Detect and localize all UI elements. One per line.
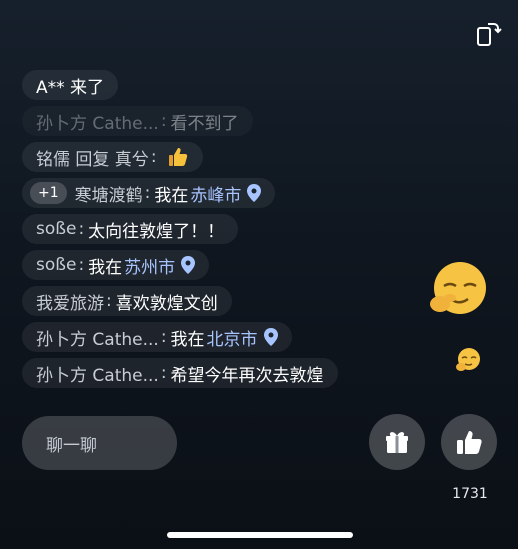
location-pin-icon [181, 256, 196, 274]
location-pin-icon [247, 184, 262, 202]
chat-username[interactable]: 孙卜方 Cathe... [36, 361, 159, 386]
chat-text: 我在 [170, 329, 205, 350]
chat-input-placeholder: 聊一聊 [46, 435, 97, 456]
chat-message: soße : 我在 苏州市 [22, 250, 210, 280]
chat-message: +1 寒塘渡鹤 : 我在 赤峰市 [22, 178, 276, 208]
fan-level-badge: +1 [30, 182, 67, 204]
chat-message: 铭儒 回复 真兮 : [22, 142, 203, 172]
rotate-screen-icon[interactable] [474, 20, 502, 48]
chat-separator: : [160, 111, 167, 131]
chat-username[interactable]: 我爱旅游 [36, 289, 104, 314]
thumbs-up-icon [457, 431, 482, 454]
gift-button[interactable] [369, 414, 425, 470]
chat-username[interactable]: soße [36, 219, 76, 239]
join-text: A** 来了 [36, 77, 105, 98]
chat-city: 北京市 [206, 329, 258, 350]
chat-text: 看不到了 [170, 113, 239, 134]
smirk-emoji-icon [456, 348, 480, 371]
chat-city: 苏州市 [124, 257, 176, 278]
home-indicator[interactable] [167, 532, 353, 538]
chat-text: 希望今年再次去敦煌 [170, 365, 324, 386]
chat-separator: : [150, 147, 157, 167]
chat-input-field[interactable]: 聊一聊 [22, 416, 177, 470]
chat-message: 孙卜方 Cathe... : 我在 北京市 [22, 322, 292, 352]
like-count: 1731 [452, 486, 488, 502]
chat-message: 孙卜方 Cathe... : 看不到了 [22, 106, 253, 136]
chat-text: 喜欢敦煌文创 [115, 293, 218, 314]
chat-username[interactable]: 寒塘渡鹤 [75, 181, 143, 206]
smirk-emoji-icon [430, 262, 486, 314]
chat-message: soße : 太向往敦煌了！！ [22, 214, 239, 244]
location-pin-icon [263, 328, 278, 346]
chat-text: 太向往敦煌了！！ [88, 221, 225, 242]
chat-separator: : [160, 363, 167, 383]
chat-username[interactable]: 孙卜方 Cathe... [36, 325, 159, 350]
chat-separator: : [78, 219, 85, 239]
chat-message: 我爱旅游 : 喜欢敦煌文创 [22, 286, 232, 316]
chat-message: 孙卜方 Cathe... : 希望今年再次去敦煌 [22, 358, 338, 388]
chat-city: 赤峰市 [190, 185, 242, 206]
chat-separator: : [106, 291, 112, 311]
chat-text: 我在 [88, 257, 123, 278]
chat-separator: : [78, 255, 85, 275]
chat-username[interactable]: 孙卜方 Cathe... [36, 109, 159, 134]
chat-username[interactable]: 铭儒 回复 真兮 [36, 145, 149, 170]
chat-separator: : [144, 183, 151, 203]
chat-message-join: A** 来了 [22, 70, 119, 100]
thumbs-up-emoji-icon [168, 148, 187, 166]
chat-separator: : [160, 327, 167, 347]
like-button[interactable] [441, 414, 497, 470]
chat-message-list: A** 来了 孙卜方 Cathe... : 看不到了 铭儒 回复 真兮 : +1… [22, 70, 382, 394]
chat-username[interactable]: soße [36, 255, 76, 275]
gift-icon [386, 432, 408, 453]
chat-text: 我在 [154, 185, 189, 206]
